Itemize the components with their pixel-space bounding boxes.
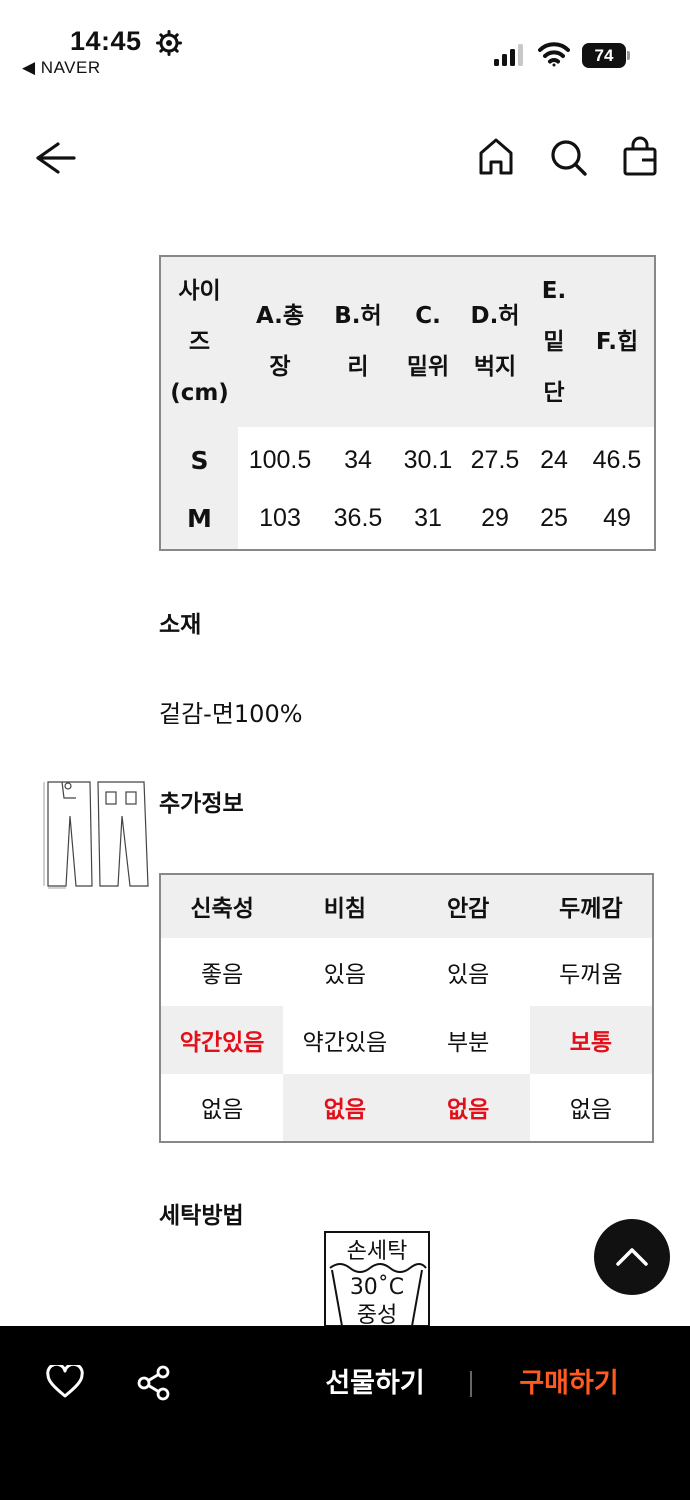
signal-icon bbox=[494, 44, 523, 66]
size-header-hip: F.힙 bbox=[580, 256, 655, 428]
header-stretch: 신축성 bbox=[160, 874, 284, 938]
table-cell-selected: 보통 bbox=[529, 1005, 653, 1074]
home-icon[interactable] bbox=[476, 136, 516, 178]
svg-text:손세탁: 손세탁 bbox=[347, 1239, 408, 1264]
size-header-hem: E. 밑 단 bbox=[528, 256, 580, 428]
size-header-waist: B.허 리 bbox=[322, 256, 394, 428]
header-lining: 안감 bbox=[406, 874, 530, 938]
table-cell: 27.5 bbox=[462, 427, 528, 489]
table-cell: 25 bbox=[528, 488, 580, 550]
size-header-size: 사이 즈 (cm) bbox=[160, 256, 238, 428]
table-row: 좋음 있음 있음 두꺼움 bbox=[160, 938, 653, 1006]
table-row: M 103 36.5 31 29 25 49 bbox=[160, 488, 655, 550]
size-header-length: A.총 장 bbox=[238, 256, 322, 428]
table-cell: 있음 bbox=[446, 961, 490, 988]
header-sheerness: 비침 bbox=[283, 874, 407, 938]
chevron-up-icon bbox=[616, 1248, 648, 1266]
extra-info-table: 신축성 비침 안감 두께감 좋음 있음 있음 두꺼움 약간있음 약간있음 부분 … bbox=[159, 873, 654, 1143]
table-row: 없음 없음 없음 없음 bbox=[160, 1073, 653, 1142]
size-header-thigh: D.허 벅지 bbox=[462, 256, 528, 428]
table-cell: 34 bbox=[322, 427, 394, 489]
table-cell-selected: 약간있음 bbox=[160, 1005, 284, 1074]
back-to-app-link[interactable]: ◀ NAVER bbox=[22, 58, 101, 78]
size-label: S bbox=[160, 427, 238, 489]
scroll-top-button[interactable] bbox=[594, 1219, 670, 1295]
pants-diagram-image bbox=[43, 781, 149, 889]
svg-text:중성: 중성 bbox=[357, 1303, 397, 1326]
extra-info-title: 추가정보 bbox=[159, 791, 244, 817]
gear-icon bbox=[156, 30, 182, 56]
status-bar: 14:45 ◀ NAVER 74 bbox=[0, 0, 690, 90]
table-cell: 30.1 bbox=[394, 427, 462, 489]
shopping-bag-icon[interactable] bbox=[620, 136, 660, 178]
material-value: 겉감-면100% bbox=[159, 700, 303, 728]
table-cell: 29 bbox=[462, 488, 528, 550]
table-cell: 31 bbox=[394, 488, 462, 550]
share-icon[interactable] bbox=[136, 1365, 172, 1401]
size-table: 사이 즈 (cm) A.총 장 B.허 리 C. 밑위 D.허 벅지 E. 밑 단 F.힙 S … bbox=[159, 255, 656, 551]
table-cell: 24 bbox=[528, 427, 580, 489]
table-cell: 부분 bbox=[446, 1029, 490, 1056]
size-table-header: 사이 즈 (cm) A.총 장 B.허 리 C. 밑위 D.허 벅지 E. 밑 단 F.힙 bbox=[160, 256, 655, 428]
table-cell: 103 bbox=[238, 488, 322, 550]
size-header-rise: C. 밑위 bbox=[394, 256, 462, 428]
gift-button[interactable]: 선물하기 bbox=[300, 1362, 450, 1406]
table-row: S 100.5 34 30.1 27.5 24 46.5 bbox=[160, 427, 655, 489]
table-cell: 좋음 bbox=[200, 961, 244, 988]
svg-text:30˚C: 30˚C bbox=[350, 1275, 404, 1300]
back-arrow-icon[interactable] bbox=[30, 136, 78, 180]
battery-level: 74 bbox=[582, 43, 626, 68]
table-cell-selected: 없음 bbox=[406, 1073, 530, 1142]
washing-title: 세탁방법 bbox=[159, 1203, 244, 1229]
hand-wash-icon: 손세탁 30˚C 중성 bbox=[324, 1231, 430, 1326]
table-cell-selected: 없음 bbox=[283, 1073, 407, 1142]
table-row: 약간있음 약간있음 부분 보통 bbox=[160, 1005, 653, 1074]
buy-button[interactable]: 구매하기 bbox=[494, 1362, 644, 1406]
table-cell: 없음 bbox=[200, 1097, 244, 1124]
header-thickness: 두께감 bbox=[529, 874, 653, 938]
wifi-icon bbox=[538, 42, 570, 67]
extra-info-header: 신축성 비침 안감 두께감 bbox=[160, 874, 653, 938]
table-cell: 49 bbox=[580, 488, 655, 550]
table-cell: 약간있음 bbox=[302, 1029, 388, 1056]
table-cell: 36.5 bbox=[322, 488, 394, 550]
bottom-action-bar: 선물하기 구매하기 bbox=[0, 1326, 690, 1500]
divider bbox=[470, 1371, 472, 1397]
status-time: 14:45 bbox=[70, 26, 142, 56]
heart-icon[interactable] bbox=[46, 1365, 84, 1399]
search-icon[interactable] bbox=[548, 136, 588, 178]
table-cell: 두꺼움 bbox=[559, 961, 623, 988]
table-cell: 46.5 bbox=[580, 427, 655, 489]
battery-icon: 74 bbox=[582, 43, 630, 68]
table-cell: 있음 bbox=[323, 961, 367, 988]
size-label: M bbox=[160, 488, 238, 550]
material-title: 소재 bbox=[159, 612, 202, 638]
table-cell: 없음 bbox=[569, 1097, 613, 1124]
table-cell: 100.5 bbox=[238, 427, 322, 489]
